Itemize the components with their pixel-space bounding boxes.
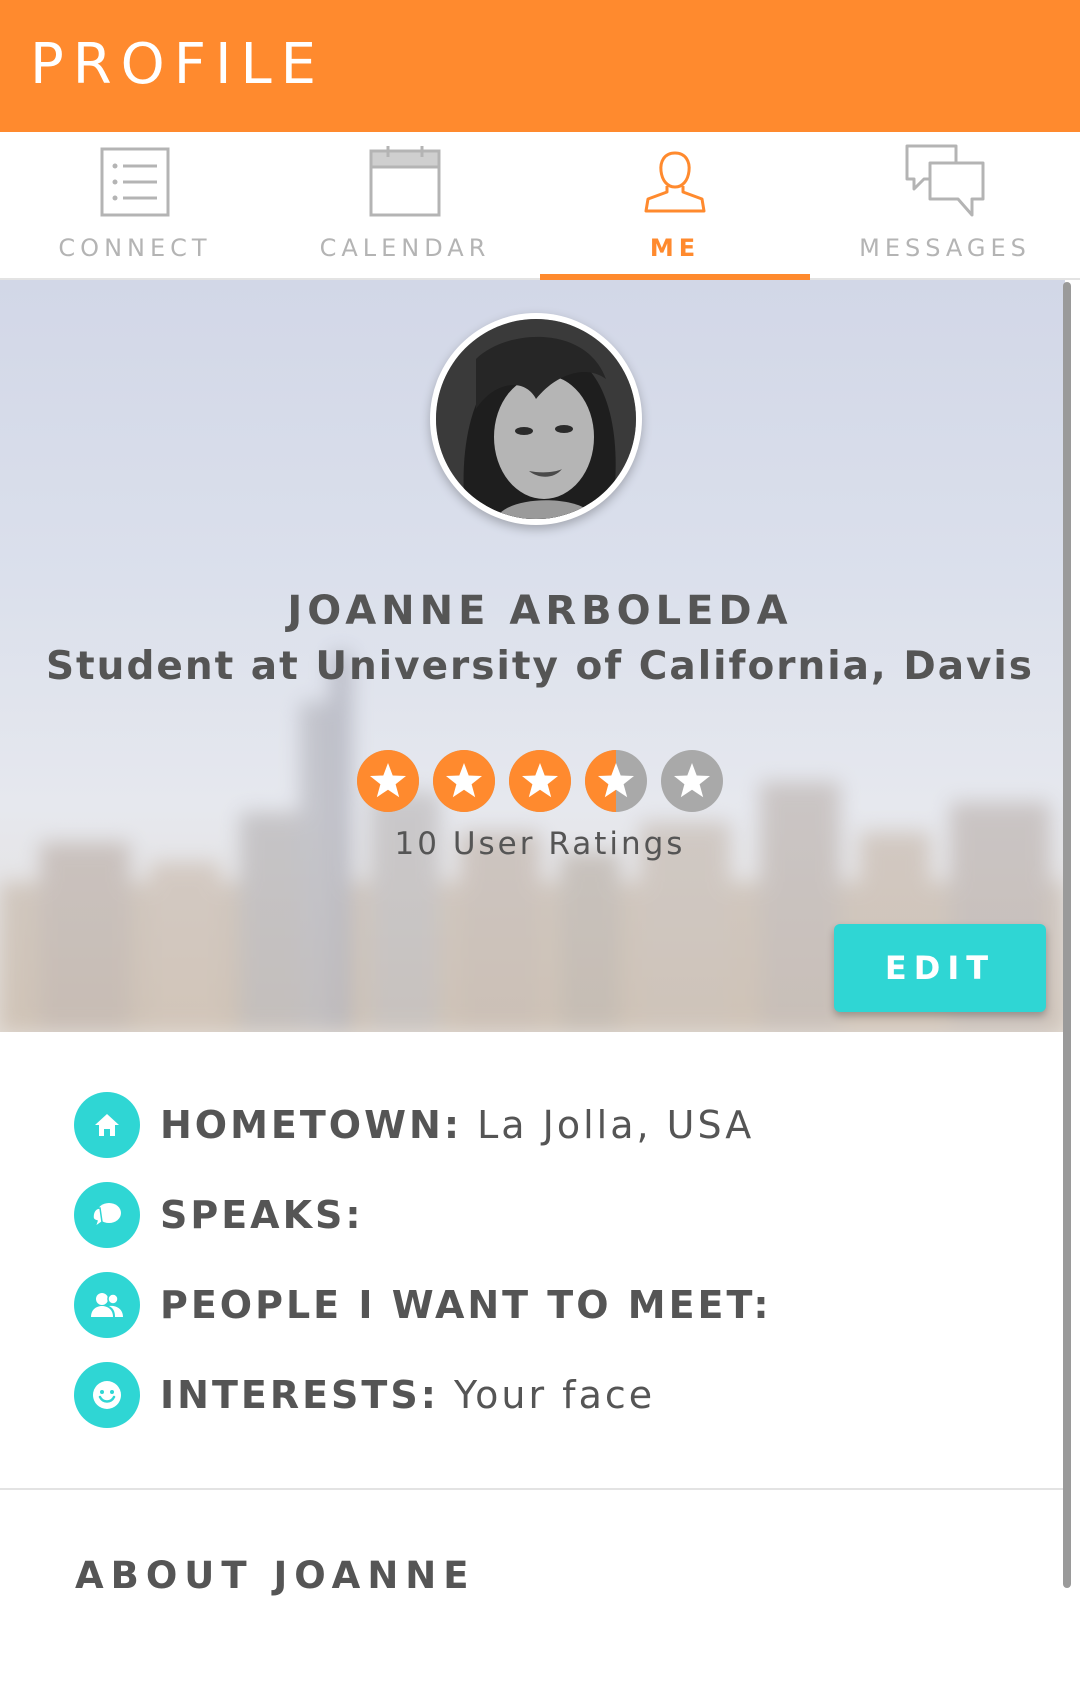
star-rating bbox=[356, 749, 726, 815]
list-icon bbox=[100, 147, 170, 217]
detail-key: HOMETOWN: bbox=[160, 1103, 463, 1147]
star-icon bbox=[433, 750, 495, 812]
tab-label-calendar: CALENDAR bbox=[319, 234, 491, 262]
scrollbar[interactable] bbox=[1063, 282, 1071, 1588]
tab-label-messages: MESSAGES bbox=[859, 234, 1031, 262]
tab-label-connect: CONNECT bbox=[58, 234, 212, 262]
smiley-icon bbox=[74, 1362, 140, 1428]
tab-messages[interactable]: MESSAGES bbox=[810, 132, 1080, 278]
detail-value: La Jolla, USA bbox=[462, 1103, 755, 1147]
profile-subtitle: Student at University of California, Dav… bbox=[45, 644, 1035, 689]
edit-button[interactable]: EDIT bbox=[834, 924, 1046, 1012]
detail-speaks: SPEAKS: bbox=[74, 1182, 1054, 1248]
people-icon bbox=[74, 1272, 140, 1338]
avatar-photo bbox=[436, 319, 636, 519]
star-icon bbox=[661, 750, 723, 812]
detail-value: Your face bbox=[438, 1373, 656, 1417]
detail-key: SPEAKS: bbox=[160, 1193, 364, 1237]
avatar[interactable] bbox=[430, 313, 642, 525]
detail-people: PEOPLE I WANT TO MEET: bbox=[74, 1272, 1054, 1338]
detail-key: PEOPLE I WANT TO MEET: bbox=[160, 1283, 772, 1327]
detail-interests: INTERESTS: Your face bbox=[74, 1362, 1054, 1428]
page-title: PROFILE bbox=[30, 32, 326, 97]
home-icon bbox=[74, 1092, 140, 1158]
person-icon bbox=[644, 151, 706, 213]
star-icon bbox=[585, 750, 647, 812]
about-heading: ABOUT JOANNE bbox=[75, 1554, 476, 1597]
star-icon bbox=[357, 750, 419, 812]
chat-icon bbox=[74, 1182, 140, 1248]
profile-hero: JOANNE ARBOLEDA Student at University of… bbox=[0, 280, 1065, 1032]
ratings-count: 10 User Ratings bbox=[394, 826, 686, 862]
tab-bar: CONNECT CALENDAR ME MESSAGES bbox=[0, 132, 1080, 280]
tab-label-me: ME bbox=[649, 234, 701, 262]
tab-me[interactable]: ME bbox=[540, 132, 810, 280]
star-icon bbox=[509, 750, 571, 812]
profile-name: JOANNE ARBOLEDA bbox=[287, 588, 793, 634]
chat-bubbles-icon bbox=[905, 144, 985, 217]
app-header: PROFILE bbox=[0, 0, 1080, 132]
calendar-icon bbox=[369, 146, 441, 217]
detail-key: INTERESTS: bbox=[160, 1373, 439, 1417]
detail-hometown: HOMETOWN: La Jolla, USA bbox=[74, 1092, 1054, 1158]
section-divider bbox=[0, 1488, 1065, 1490]
tab-calendar[interactable]: CALENDAR bbox=[270, 132, 540, 278]
tab-connect[interactable]: CONNECT bbox=[0, 132, 270, 278]
